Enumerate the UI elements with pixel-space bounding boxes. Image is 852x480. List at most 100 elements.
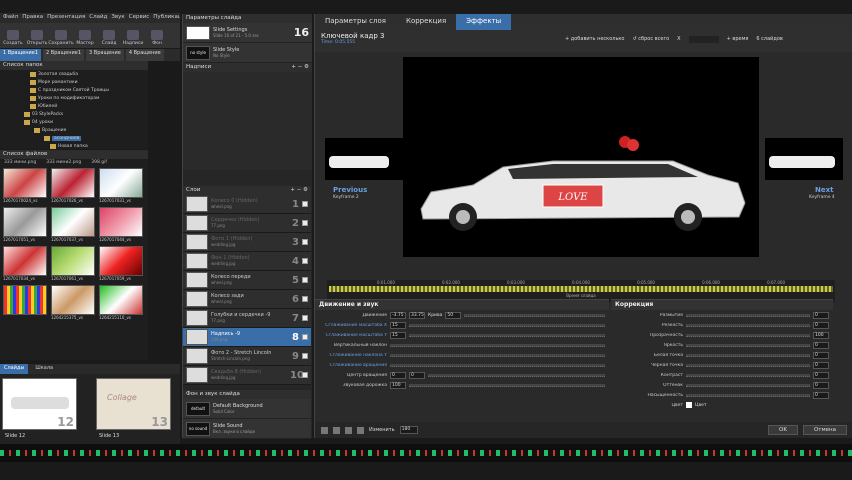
menu-edit[interactable]: Правка	[22, 14, 43, 22]
preview-button[interactable]: Изменить	[369, 427, 395, 433]
preview-canvas[interactable]: LOVE	[403, 57, 759, 257]
folder-item[interactable]: Вращение	[34, 126, 148, 134]
folder-item[interactable]: 04 уроки	[24, 118, 148, 126]
correction-slider[interactable]	[686, 353, 810, 357]
menu-presentation[interactable]: Презентация	[47, 14, 85, 22]
motion-slider[interactable]	[390, 353, 605, 357]
tab-effects[interactable]: Эффекты	[456, 14, 512, 30]
correction-value[interactable]: 0	[813, 341, 829, 349]
file-thumb[interactable]: 1267017044_vs	[99, 207, 143, 243]
layer-row[interactable]: Фон 1 (Hidden) wedding.jpg 4	[183, 252, 311, 271]
slide-style-row[interactable]: no style Slide Style No Style	[183, 43, 312, 63]
layer-row[interactable]: Надпись -9 149.png 8	[183, 328, 311, 347]
motion-value[interactable]: 15	[390, 321, 406, 329]
tab-correction[interactable]: Коррекция	[396, 14, 456, 30]
cancel-button[interactable]: Отмена	[802, 425, 847, 435]
correction-slider[interactable]	[686, 373, 810, 377]
folder-item[interactable]: 03 StylePacks	[24, 110, 148, 118]
layer-row[interactable]: Свадьба 8 (Hidden) wedding.jpg 10	[183, 366, 311, 385]
layer-row[interactable]: Фото 2 - Stretch Lincoln Stretch-Lincoln.…	[183, 347, 311, 366]
save-button[interactable]: Сохранить	[48, 25, 74, 46]
motion-slider[interactable]	[409, 333, 605, 337]
folder-item[interactable]: Уроки по модификаторам	[30, 94, 148, 102]
menu-service[interactable]: Сервис	[129, 14, 150, 22]
correction-slider[interactable]	[686, 363, 810, 367]
motion-slider[interactable]	[409, 383, 605, 387]
correction-value[interactable]: 0	[813, 361, 829, 369]
background-row[interactable]: default Default Background Solid Color	[183, 399, 311, 419]
layer-row[interactable]: Колесо переди wheel.png 5	[183, 271, 311, 290]
background-button[interactable]: Фон	[146, 25, 168, 46]
motion-slider[interactable]	[428, 373, 605, 377]
reset-all-button[interactable]: ↺ сброс всего	[633, 36, 670, 43]
layer-row[interactable]: Сердечко (Hidden) 77.png 2	[183, 214, 311, 233]
time-button[interactable]: + время	[727, 36, 749, 43]
captions-button[interactable]: Надписи	[122, 25, 144, 46]
menu-sound[interactable]: Звук	[111, 14, 124, 22]
file-thumb[interactable]: 1267017059_vs	[99, 246, 143, 282]
layer-visible-checkbox[interactable]	[302, 353, 308, 359]
layer-visible-checkbox[interactable]	[302, 239, 308, 245]
folder-item[interactable]: Новая папка	[50, 142, 148, 150]
layer-visible-checkbox[interactable]	[302, 277, 308, 283]
motion-slider[interactable]	[390, 343, 605, 347]
layer-visible-checkbox[interactable]	[302, 334, 308, 340]
file-thumb[interactable]: 1267017037_vs	[51, 207, 95, 243]
project-tab-1[interactable]: 1 Вращение1	[0, 49, 41, 61]
next-keyframe-thumb[interactable]	[765, 138, 843, 180]
open-button[interactable]: Открыть	[26, 25, 48, 46]
motion-value[interactable]: -3.75	[390, 311, 406, 319]
layer-row[interactable]: Фото 1 (Hidden) wedding.jpg 3	[183, 233, 311, 252]
slide-button[interactable]: Слайд	[98, 25, 120, 46]
correction-value[interactable]: 0	[813, 381, 829, 389]
play-icon[interactable]	[345, 426, 352, 434]
correction-value[interactable]: 100	[813, 331, 829, 339]
main-timeline[interactable]	[0, 444, 852, 462]
motion-value[interactable]: 15	[390, 331, 406, 339]
add-caption-button[interactable]: + − ⚙	[291, 64, 309, 71]
wizard-button[interactable]: Мастер	[74, 25, 96, 46]
previous-label[interactable]: Previous	[333, 186, 367, 194]
color-swatch[interactable]	[686, 402, 692, 408]
project-tab-3[interactable]: 3 Вращение	[86, 49, 124, 61]
slide-settings-row[interactable]: Slide Settings Slide 16 of 21 - 5.0 sec 1…	[183, 23, 312, 43]
motion-value[interactable]: 0	[409, 371, 425, 379]
file-thumb[interactable]: 1267017034_vs	[3, 246, 47, 282]
add-keyframes-button[interactable]: + добавить несколько	[565, 36, 625, 43]
layer-row[interactable]: Колесо 0 (Hidden) wheel.png 1	[183, 195, 311, 214]
slide-thumb-12[interactable]: 12 Slide 12	[2, 378, 77, 439]
layer-visible-checkbox[interactable]	[302, 296, 308, 302]
motion-value[interactable]: 50	[445, 311, 462, 319]
file-thumb[interactable]	[3, 285, 47, 321]
correction-slider[interactable]	[686, 323, 810, 327]
create-button[interactable]: Создать	[2, 25, 24, 46]
layer-visible-checkbox[interactable]	[302, 372, 308, 378]
motion-value[interactable]: 33.75	[409, 311, 425, 319]
correction-value[interactable]: 0	[813, 351, 829, 359]
prev-keyframe-thumb[interactable]	[325, 138, 403, 180]
correction-slider[interactable]	[686, 383, 810, 387]
menu-slide[interactable]: Слайд	[89, 14, 107, 22]
file-thumb[interactable]: 12670170024_vs	[3, 168, 47, 204]
stop-icon[interactable]	[333, 426, 340, 434]
file-thumb[interactable]: 1267017061_vs	[51, 246, 95, 282]
correction-slider[interactable]	[686, 393, 810, 397]
tab-timeline[interactable]: Шкала	[31, 364, 57, 374]
motion-slider[interactable]	[464, 313, 605, 317]
file-thumb[interactable]: 1264215110_vs	[99, 285, 143, 321]
folder-item[interactable]: Золотая свадьба	[30, 70, 148, 78]
prev-frame-icon[interactable]	[321, 426, 328, 434]
motion-value[interactable]: 0	[390, 371, 406, 379]
correction-slider[interactable]	[686, 313, 810, 317]
settings-icon[interactable]	[357, 426, 364, 434]
zoom-field[interactable]: 180	[399, 426, 418, 434]
correction-slider[interactable]	[686, 333, 810, 337]
next-label[interactable]: Next	[815, 186, 833, 194]
slide-sound-row[interactable]: no sound Slide Sound Вкл. звуки в слайде	[183, 419, 311, 439]
file-thumb[interactable]: 1267017026_vs	[51, 168, 95, 204]
motion-slider[interactable]	[409, 323, 605, 327]
layer-visible-checkbox[interactable]	[302, 220, 308, 226]
tab-layer-params[interactable]: Параметры слоя	[315, 14, 396, 30]
project-tab-4[interactable]: 4 Вращение	[125, 49, 164, 61]
file-thumb[interactable]: 1267017031_vs	[99, 168, 143, 204]
